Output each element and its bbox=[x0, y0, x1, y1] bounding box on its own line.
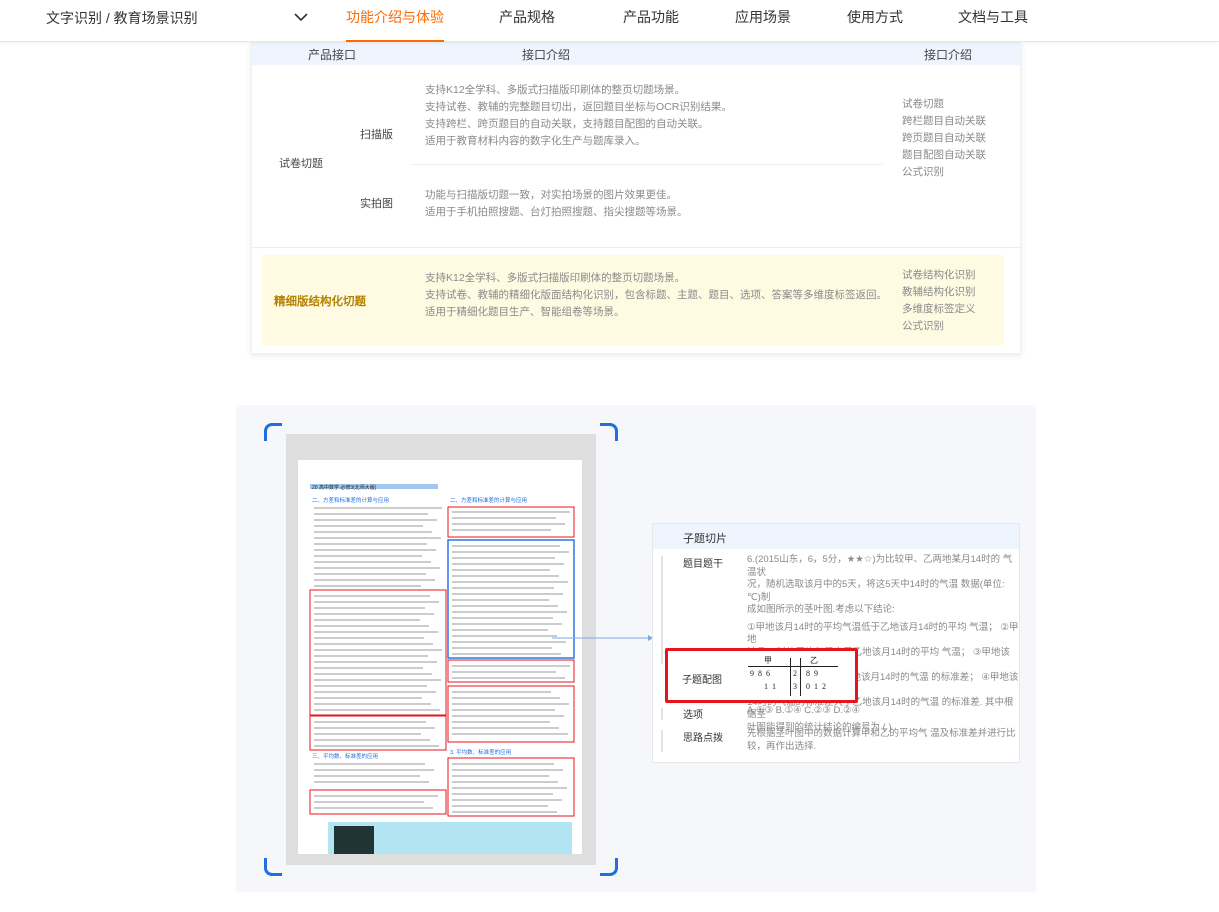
corner-bracket bbox=[600, 423, 618, 441]
chevron-down-icon[interactable] bbox=[291, 9, 311, 25]
tab-docs[interactable]: 文档与工具 bbox=[930, 0, 1048, 42]
divider bbox=[661, 708, 663, 720]
col-header-interface: 产品接口 bbox=[308, 48, 357, 62]
tab-intro[interactable]: 功能介绍与体验 bbox=[326, 0, 464, 42]
corner-bracket bbox=[600, 858, 618, 876]
scanned-page-graphic: 20 高中数学 必修3(北师大版) 二、方差和标准差的计算与应用 三、平均数、标… bbox=[309, 484, 575, 862]
sub-label-photo: 实拍图 bbox=[360, 198, 393, 210]
stem-leaf-plot: 甲 乙 9 8 6 2 8 9 1 1 3 0 1 2 bbox=[748, 655, 838, 697]
corner-bracket bbox=[264, 858, 282, 876]
svg-text:20 高中数学 必修3(北师大版): 20 高中数学 必修3(北师大版) bbox=[312, 484, 377, 491]
tab-specs[interactable]: 产品规格 bbox=[464, 0, 589, 42]
tab-bar: 功能介绍与体验 产品规格 产品功能 应用场景 使用方式 文档与工具 bbox=[326, 0, 1048, 42]
connector-line bbox=[552, 635, 653, 641]
hint-label: 思路点拨 bbox=[683, 733, 723, 744]
scan-description: 支持K12全学科、多版式扫描版印刷体的整页切题场景。 支持试卷、教辅的完整题目切… bbox=[425, 84, 732, 147]
col-header-desc: 接口介绍 bbox=[522, 48, 571, 62]
sub-label-scan: 扫描版 bbox=[360, 129, 393, 141]
svg-text:二、方差和标准差的计算与应用: 二、方差和标准差的计算与应用 bbox=[312, 496, 389, 504]
photo-description: 功能与扫描版切题一致，对实拍场景的图片效果更佳。 适用于手机拍照搜题、台灯拍照搜… bbox=[425, 189, 688, 218]
panel-title: 子题切片 bbox=[653, 524, 1019, 549]
table-header: 产品接口 接口介绍 接口介绍 bbox=[252, 43, 1022, 65]
fine-description: 支持K12全学科、多版式扫描版印刷体的整页切题场景。 支持试卷、教辅的精细化版面… bbox=[425, 272, 887, 318]
divider bbox=[412, 164, 882, 165]
group-label-fine: 精细版结构化切题 bbox=[274, 296, 366, 308]
tab-features[interactable]: 产品功能 bbox=[589, 0, 713, 42]
stem-label: 题目题干 bbox=[683, 559, 723, 570]
corner-bracket bbox=[264, 423, 282, 441]
tab-scenarios[interactable]: 应用场景 bbox=[713, 0, 820, 42]
svg-text:3. 平均数、标准差的应用: 3. 平均数、标准差的应用 bbox=[450, 748, 511, 756]
group-label: 试卷切题 bbox=[279, 158, 323, 170]
highlight-row: 精细版结构化切题 支持K12全学科、多版式扫描版印刷体的整页切题场景。 支持试卷… bbox=[262, 255, 1004, 345]
product-interface-table: 产品接口 接口介绍 接口介绍 试卷切题 扫描版 支持K12全学科、多版式扫描版印… bbox=[251, 42, 1022, 354]
scanned-document: 20 高中数学 必修3(北师大版) 二、方差和标准差的计算与应用 三、平均数、标… bbox=[298, 460, 582, 862]
hint-text: 先根据茎叶图中的数据计算甲和乙的平均气 温及标准差并进行比 较，再作出选择. bbox=[747, 728, 1016, 752]
svg-text:三、平均数、标准差的应用: 三、平均数、标准差的应用 bbox=[312, 752, 378, 760]
features-list: 试卷切题 跨栏题目自动关联 跨页题目自动关联 题目配图自动关联 公式识别 bbox=[902, 98, 986, 178]
document-image-frame: 20 高中数学 必修3(北师大版) 二、方差和标准差的计算与应用 三、平均数、标… bbox=[286, 434, 596, 865]
figure-label: 子题配图 bbox=[682, 675, 722, 686]
demo-area: 20 高中数学 必修3(北师大版) 二、方差和标准差的计算与应用 三、平均数、标… bbox=[236, 405, 1036, 892]
col-header-features: 接口介绍 bbox=[924, 48, 973, 62]
top-nav: 文字识别 / 教育场景识别 功能介绍与体验 产品规格 产品功能 应用场景 使用方… bbox=[0, 0, 1219, 42]
tab-usage[interactable]: 使用方式 bbox=[820, 0, 930, 42]
breadcrumb[interactable]: 文字识别 / 教育场景识别 bbox=[46, 8, 198, 28]
figure-highlight-box: 子题配图 甲 乙 9 8 6 2 8 9 1 1 3 0 1 2 bbox=[665, 648, 858, 703]
divider bbox=[661, 556, 663, 664]
divider bbox=[661, 730, 663, 752]
sub-question-panel: 子题切片 题目题干 6.(2015山东，6，5分，★★☆)为比较甲、乙两地某月1… bbox=[652, 523, 1020, 763]
features-list-fine: 试卷结构化识别 教辅结构化识别 多维度标签定义 公式识别 bbox=[902, 269, 976, 332]
options-label: 选项 bbox=[683, 710, 703, 721]
divider bbox=[252, 247, 1022, 248]
options-text: A.①③ B.①④ C.②③ D.②④ bbox=[747, 705, 861, 716]
svg-text:二、方差和标准差的计算与应用: 二、方差和标准差的计算与应用 bbox=[450, 496, 527, 504]
